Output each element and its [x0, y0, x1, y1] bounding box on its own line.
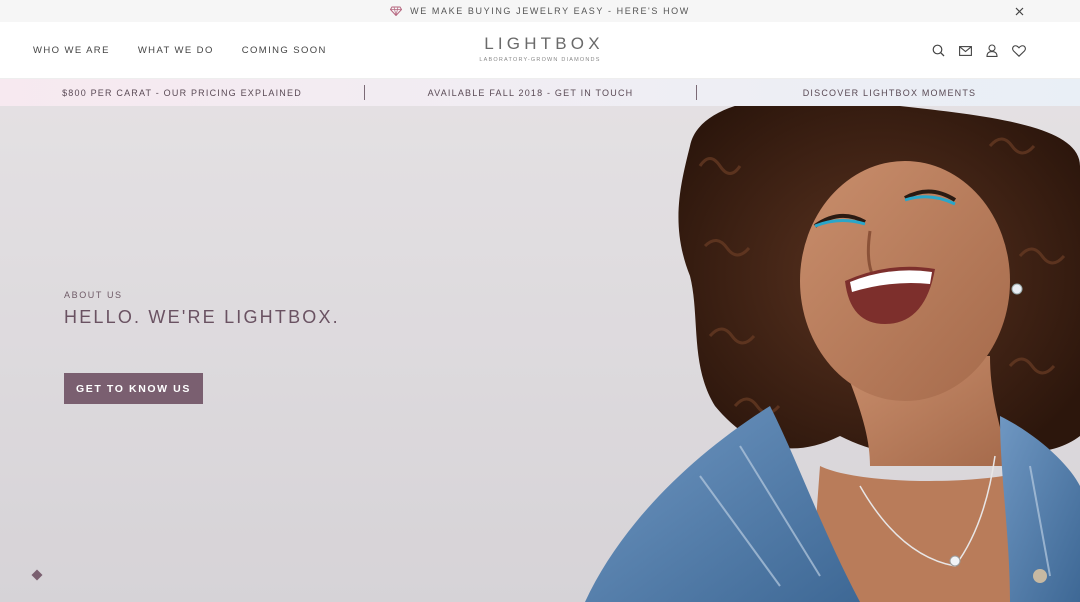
announcement-bar[interactable]: WE MAKE BUYING JEWELRY EASY - HERE'S HOW — [0, 0, 1080, 22]
get-to-know-us-button[interactable]: GET TO KNOW US — [64, 373, 203, 404]
hero-photo-smiling-woman — [0, 106, 1080, 602]
diamond-dot-icon[interactable] — [31, 569, 43, 581]
hero-banner: ABOUT US HELLO. WE'RE LIGHTBOX. GET TO K… — [0, 106, 1080, 602]
utility-nav — [931, 22, 1026, 79]
promo-availability-link[interactable]: AVAILABLE FALL 2018 - GET IN TOUCH — [365, 79, 696, 106]
logo-link[interactable]: LIGHTBOX LABORATORY-GROWN DIAMONDS — [0, 34, 1080, 63]
mail-icon[interactable] — [958, 44, 972, 58]
announcement-text[interactable]: WE MAKE BUYING JEWELRY EASY - HERE'S HOW — [410, 6, 690, 16]
hero-copy: ABOUT US HELLO. WE'RE LIGHTBOX. — [64, 290, 340, 328]
wishlist-heart-icon[interactable] — [1012, 44, 1026, 58]
promo-strip: $800 PER CARAT - OUR PRICING EXPLAINED A… — [0, 79, 1080, 106]
promo-pricing-link[interactable]: $800 PER CARAT - OUR PRICING EXPLAINED — [0, 79, 364, 106]
site-header: WHO WE ARE WHAT WE DO COMING SOON LIGHTB… — [0, 22, 1080, 79]
hero-eyebrow: ABOUT US — [64, 290, 123, 300]
account-icon[interactable] — [985, 44, 999, 58]
logo-wordmark: LIGHTBOX — [484, 34, 604, 53]
diamond-icon — [390, 6, 403, 16]
promo-moments-link[interactable]: DISCOVER LIGHTBOX MOMENTS — [697, 79, 1080, 106]
close-icon[interactable] — [1011, 3, 1027, 19]
search-icon[interactable] — [931, 44, 945, 58]
logo: LIGHTBOX LABORATORY-GROWN DIAMONDS — [0, 34, 1080, 63]
hero-headline: HELLO. WE'RE LIGHTBOX. — [64, 307, 340, 327]
logo-tagline: LABORATORY-GROWN DIAMONDS — [479, 57, 601, 63]
